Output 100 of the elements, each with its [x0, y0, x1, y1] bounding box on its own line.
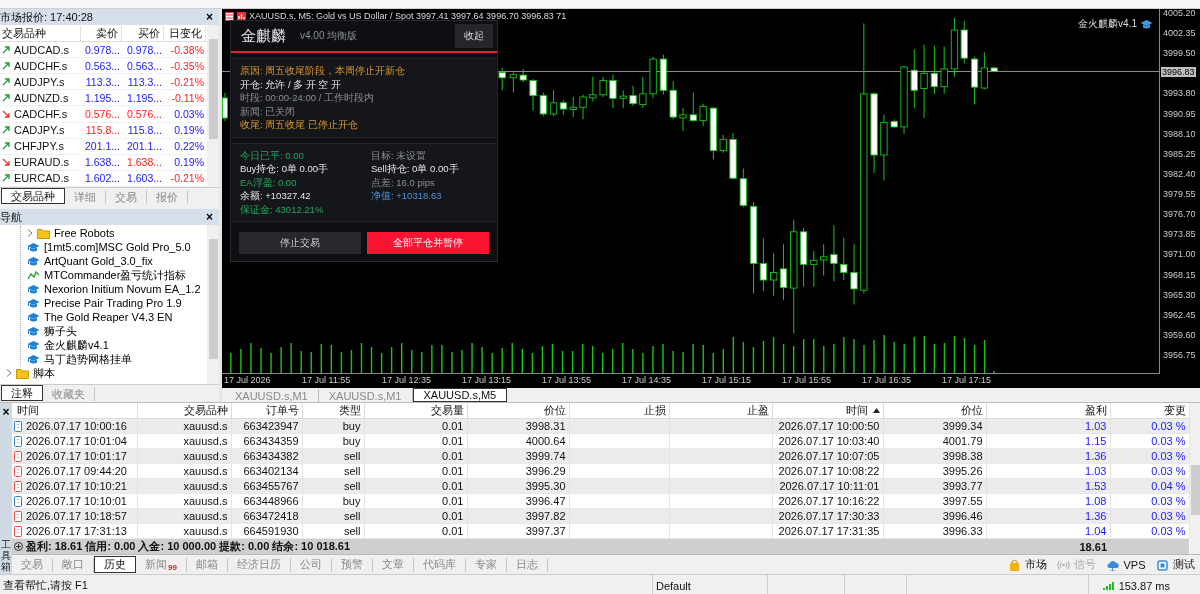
- column-header[interactable]: 交易品种: [0, 25, 81, 41]
- chart-title: XAUUSD.s, M5: Gold vs US Dollar / Spot 3997.41 3997.64 3996.70 3996.83 71: [249, 11, 567, 21]
- link-button[interactable]: 市场: [1008, 557, 1048, 572]
- symbol-name[interactable]: AUDNZD.s: [14, 91, 69, 104]
- tab[interactable]: 注释: [1, 384, 43, 401]
- column-header[interactable]: 止损: [569, 403, 669, 419]
- tree-item[interactable]: [1mt5.com]MSC Gold Pro_5.0: [21, 240, 207, 254]
- time-cell: 2026.07.17 10:18:57: [26, 510, 127, 522]
- bar-chart-icon: [237, 11, 246, 21]
- status-line: 净值: +10318.63: [371, 191, 443, 202]
- candle: [679, 107, 687, 132]
- tab[interactable]: 交易品种: [1, 187, 65, 204]
- candle: [579, 94, 587, 120]
- profile-name: Default: [653, 575, 768, 594]
- candle: [529, 78, 537, 111]
- time-cell: 2026.07.17 10:10:21: [26, 480, 127, 492]
- close-button[interactable]: ×: [0, 405, 12, 419]
- volume-cell: 0.01: [364, 463, 467, 479]
- graduation-cap-icon: [27, 325, 40, 337]
- time-cell: 2026.07.17 10:01:04: [26, 435, 127, 447]
- tree-item[interactable]: 金火麒麟v4.1: [21, 338, 207, 352]
- price-tick: 3985.25: [1163, 148, 1196, 159]
- candle: [619, 89, 627, 109]
- candle: [539, 92, 547, 117]
- broadcast-icon: [1057, 558, 1071, 571]
- chart-tab[interactable]: XAUUSD.s,M5: [412, 388, 508, 402]
- time-cell: 2026.07.17 17:31:35: [772, 523, 883, 539]
- column-header[interactable]: 价位: [883, 403, 986, 419]
- close-button[interactable]: ×: [204, 210, 215, 224]
- symbol-name[interactable]: AUDJPY.s: [14, 75, 65, 88]
- symbol-name[interactable]: CHFJPY.s: [14, 140, 64, 153]
- candle: [222, 92, 228, 122]
- price-tick: 3971.00: [1163, 249, 1196, 260]
- collapse-button[interactable]: 收起: [455, 24, 493, 48]
- scrollbar[interactable]: [207, 25, 219, 187]
- candle: [850, 243, 858, 306]
- column-header[interactable]: 类型: [302, 403, 364, 419]
- graduation-cap-icon: [1140, 18, 1153, 30]
- tree-item[interactable]: Precise Pair Trading Pro 1.9: [21, 296, 207, 310]
- profit-cell: 1.03: [986, 463, 1110, 479]
- candle: [599, 76, 607, 98]
- grid-icon: [225, 11, 234, 21]
- tree-item[interactable]: Nexorion Initium Novum EA_1.2: [21, 282, 207, 296]
- close-all-button[interactable]: 全部平仓并暂停: [367, 232, 489, 254]
- column-header[interactable]: 买价: [122, 25, 164, 41]
- tree-item[interactable]: 脚本: [0, 366, 207, 380]
- symbol-name[interactable]: CADJPY.s: [14, 124, 65, 137]
- column-header[interactable]: 交易量: [364, 403, 467, 419]
- profit-cell: 1.04: [986, 523, 1110, 539]
- expert-label: 金火麒麟v4.1: [1078, 17, 1137, 31]
- tree-item[interactable]: MTCommander盈亏统计指标: [21, 268, 207, 282]
- column-header[interactable]: 价位: [467, 403, 569, 419]
- symbol-name[interactable]: CADCHF.s: [14, 108, 68, 121]
- line-chart-icon: [27, 269, 40, 281]
- help-text: 查看帮忙,请按 F1: [0, 575, 653, 594]
- column-header[interactable]: 时间: [772, 403, 883, 419]
- tree-item[interactable]: Free Robots: [21, 226, 207, 240]
- ping-text: 153.87 ms: [1118, 579, 1170, 592]
- column-header[interactable]: 卖价: [81, 25, 122, 41]
- price-tick: 3959.60: [1163, 329, 1196, 340]
- symbol-cell: xauusd.s: [137, 433, 231, 449]
- column-header[interactable]: 时间: [12, 403, 137, 419]
- graduation-cap-icon: [27, 311, 40, 323]
- ask-price: 113.3...: [126, 75, 163, 88]
- column-header[interactable]: 止盈: [669, 403, 772, 419]
- symbol-name[interactable]: EURAUD.s: [14, 156, 69, 169]
- price-tick: 3973.85: [1163, 229, 1196, 240]
- price-tick: 3982.40: [1163, 168, 1196, 179]
- tree-item[interactable]: 马丁趋势网格挂单: [21, 352, 207, 366]
- change-cell: 0.03 %: [1110, 493, 1189, 509]
- symbol-name[interactable]: AUDCAD.s: [14, 43, 69, 56]
- time-cell: 2026.07.17 10:03:40: [772, 433, 883, 449]
- order-cell: 663402134: [231, 463, 302, 479]
- tab[interactable]: 历史: [94, 556, 136, 573]
- close-button[interactable]: ×: [204, 10, 215, 24]
- candle: [820, 243, 828, 277]
- column-header[interactable]: 盈利: [986, 403, 1110, 419]
- column-header[interactable]: 变更: [1110, 403, 1189, 419]
- symbol-name[interactable]: EURCAD.s: [14, 172, 69, 185]
- type-cell: buy: [302, 433, 364, 449]
- stop-button[interactable]: 停止交易: [239, 232, 361, 254]
- column-header[interactable]: 日变化: [164, 25, 206, 41]
- scrollbar[interactable]: [1189, 403, 1200, 554]
- candle: [639, 76, 647, 109]
- tree-item[interactable]: The Gold Reaper V4.3 EN: [21, 310, 207, 324]
- change-cell: 0.03 %: [1110, 523, 1189, 539]
- column-header[interactable]: 交易品种: [137, 403, 231, 419]
- symbol-name[interactable]: AUDCHF.s: [14, 59, 68, 72]
- link-button[interactable]: 测试: [1155, 557, 1195, 572]
- tree-item[interactable]: 狮子头: [21, 324, 207, 338]
- tree-item[interactable]: ArtQuant Gold_3.0_fix: [21, 254, 207, 268]
- change-cell: 0.03 %: [1110, 463, 1189, 479]
- candle: [890, 118, 898, 129]
- column-header[interactable]: 订单号: [231, 403, 302, 419]
- scrollbar[interactable]: [207, 225, 219, 384]
- time-tick: 17 Jul 17:15: [942, 375, 992, 385]
- price-cell: 3997.37: [467, 523, 569, 539]
- candle: [970, 56, 979, 106]
- link-button[interactable]: VPS: [1106, 557, 1146, 572]
- summary-text: 盈利: 18.61 信用: 0.00 入金: 10 000.00 提款: 0.00 结余: 10 018.61: [26, 539, 351, 554]
